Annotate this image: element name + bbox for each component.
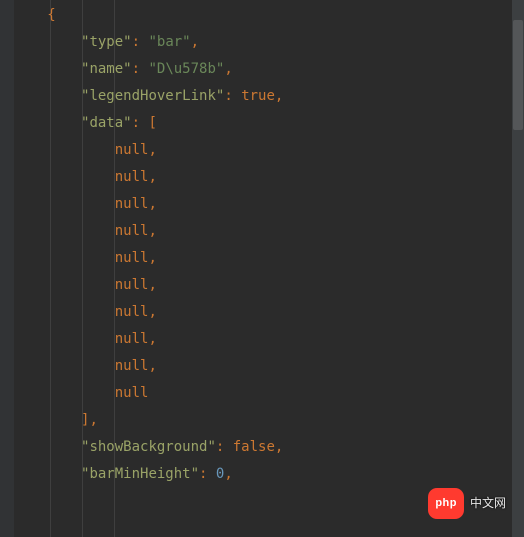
val-type: "bar" — [148, 34, 190, 50]
null-value: null — [115, 169, 149, 185]
null-value: null — [115, 196, 149, 212]
editor-gutter — [0, 0, 14, 537]
key-showbackground: "showBackground" — [81, 439, 216, 455]
code-area[interactable]: { "type": "bar", "name": "D\u578b", "leg… — [14, 0, 524, 537]
null-value: null — [115, 358, 149, 374]
code-editor: { "type": "bar", "name": "D\u578b", "leg… — [0, 0, 524, 537]
scrollbar-thumb[interactable] — [513, 20, 523, 130]
key-data: "data" — [81, 115, 132, 131]
null-value: null — [115, 331, 149, 347]
key-legendhoverlink: "legendHoverLink" — [81, 88, 224, 104]
null-value: null — [115, 385, 149, 401]
key-type: "type" — [81, 34, 132, 50]
val-showbackground: false — [233, 439, 275, 455]
null-value: null — [115, 142, 149, 158]
val-name: "D\u578b" — [148, 61, 224, 77]
bracket-open: [ — [148, 115, 156, 131]
null-value: null — [115, 250, 149, 266]
val-legendhoverlink: true — [241, 88, 275, 104]
code-content[interactable]: { "type": "bar", "name": "D\u578b", "leg… — [14, 0, 524, 488]
key-barminheight: "barMinHeight" — [81, 466, 199, 482]
brace-open: { — [47, 7, 55, 23]
vertical-scrollbar[interactable] — [512, 0, 524, 537]
null-value: null — [115, 304, 149, 320]
key-name: "name" — [81, 61, 132, 77]
null-value: null — [115, 277, 149, 293]
null-value: null — [115, 223, 149, 239]
